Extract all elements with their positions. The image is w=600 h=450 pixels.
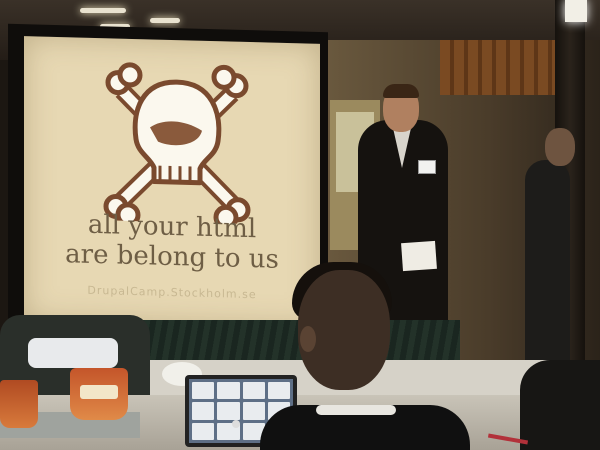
ceiling-light: [80, 8, 126, 13]
laptop-tile: [242, 402, 265, 420]
laptop-logo: [232, 420, 240, 428]
laptop-tile: [267, 382, 290, 400]
laptop-tile: [242, 382, 265, 400]
ceiling-light: [150, 18, 180, 23]
laptop-tile: [192, 402, 215, 420]
laptop-tile: [217, 382, 240, 400]
background-person-head: [545, 128, 575, 166]
skull-logo: [102, 60, 252, 230]
attendee-ear: [300, 326, 316, 352]
wood-panel: [440, 40, 570, 95]
ice-cream-cup: [0, 380, 38, 428]
laptop-tile: [192, 422, 215, 440]
cup-label: [80, 385, 118, 399]
plastic-bag: [28, 338, 118, 368]
slide-text-line-2: are belong to us: [65, 239, 279, 275]
laptop-tile: [192, 382, 215, 400]
photo-scene: all your html are belong to us DrupalCam…: [0, 0, 600, 450]
speaker-hair: [383, 84, 419, 98]
projection-screen: all your html are belong to us DrupalCam…: [24, 36, 320, 329]
background-person: [525, 160, 570, 370]
speaker-notes: [401, 240, 437, 272]
slide-url: DrupalCamp.Stockholm.se: [87, 283, 257, 302]
laptop-tile: [217, 402, 240, 420]
attendee-collar: [316, 405, 396, 415]
pillar-light: [565, 0, 587, 22]
skull-and-crossbones-icon: [103, 62, 251, 230]
foreground-person: [520, 360, 600, 450]
name-badge: [418, 160, 436, 174]
